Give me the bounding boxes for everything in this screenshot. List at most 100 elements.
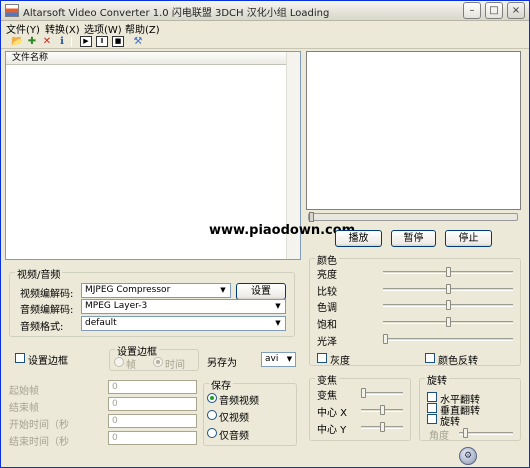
menu-options[interactable]: 选项(W) xyxy=(84,21,122,36)
center-x-label: 中心 X xyxy=(317,408,348,419)
audio-video-radio[interactable] xyxy=(207,393,217,403)
chevron-down-icon: ▼ xyxy=(271,317,285,330)
video-codec-select[interactable]: MJPEG Compressor ▼ xyxy=(81,283,231,298)
chevron-down-icon: ▼ xyxy=(284,353,295,366)
audio-format-label: 音频格式: xyxy=(20,322,64,333)
contrast-label: 比较 xyxy=(317,287,337,298)
zoom-slider-thumb[interactable] xyxy=(361,388,366,398)
save-as-label: 另存为 xyxy=(207,358,237,369)
maximize-button[interactable]: □ xyxy=(485,2,503,19)
file-name-column-header[interactable]: 文件名称 xyxy=(6,52,286,65)
center-x-slider-thumb[interactable] xyxy=(379,405,385,415)
saturation-label: 饱和 xyxy=(317,320,337,331)
video-codec-label: 视频编解码: xyxy=(20,289,74,300)
hue-slider-thumb[interactable] xyxy=(445,300,451,310)
gloss-label: 光泽 xyxy=(317,337,337,348)
app-window: Altarsoft Video Converter 1.0 闪电联盟 3DCH … xyxy=(0,0,530,468)
audio-only-label: 仅音频 xyxy=(219,431,249,442)
frame-label: 帧 xyxy=(126,360,136,371)
color-group-title: 颜色 xyxy=(315,252,339,267)
audio-only-radio[interactable] xyxy=(207,428,217,438)
pause-icon[interactable]: Ⅱ xyxy=(96,36,108,47)
play-button[interactable]: 播放 xyxy=(335,230,382,247)
time-radio[interactable] xyxy=(153,357,163,367)
save-as-format-value: avi xyxy=(265,354,279,364)
delete-icon[interactable]: ✕ xyxy=(41,36,53,47)
center-y-label: 中心 Y xyxy=(317,425,347,436)
audio-codec-select[interactable]: MPEG Layer-3 ▼ xyxy=(81,299,286,314)
menu-bar: 文件(Y) 转换(X) 选项(W) 帮助(Z) xyxy=(1,21,529,36)
audio-format-select[interactable]: default ▼ xyxy=(81,316,286,331)
saturation-slider-thumb[interactable] xyxy=(445,317,451,327)
video-only-radio[interactable] xyxy=(207,410,217,420)
angle-slider-thumb[interactable] xyxy=(463,428,468,438)
title-bar[interactable]: Altarsoft Video Converter 1.0 闪电联盟 3DCH … xyxy=(1,1,529,21)
stop-icon[interactable]: ■ xyxy=(112,36,124,47)
close-button[interactable]: × xyxy=(507,2,525,19)
zoom-label: 变焦 xyxy=(317,391,337,402)
rotate-label: 旋转 xyxy=(440,417,460,428)
rotate-group-title: 旋转 xyxy=(425,372,449,387)
play-icon[interactable]: ▶ xyxy=(80,36,92,47)
time-label: 时间 xyxy=(165,360,185,371)
info-icon[interactable]: ℹ xyxy=(56,36,68,47)
brightness-label: 亮度 xyxy=(317,270,337,281)
frame-radio[interactable] xyxy=(114,357,124,367)
angle-label: 角度 xyxy=(429,431,449,442)
minimize-button[interactable]: – xyxy=(463,2,481,19)
chevron-down-icon: ▼ xyxy=(271,300,285,313)
video-codec-value: MJPEG Compressor xyxy=(85,285,171,295)
set-border-checkbox[interactable] xyxy=(15,353,25,363)
menu-file[interactable]: 文件(Y) xyxy=(6,21,40,36)
add-icon[interactable]: ✚ xyxy=(26,36,38,47)
toolbar: 📂 ✚ ✕ ℹ ▶ Ⅱ ■ ⚒ xyxy=(1,35,529,49)
set-border-label: 设置边框 xyxy=(28,356,68,367)
center-y-slider-thumb[interactable] xyxy=(379,422,385,432)
video-audio-group-title: 视频/音频 xyxy=(15,266,63,281)
zoom-slider[interactable] xyxy=(361,392,403,395)
pause-button[interactable]: 暂停 xyxy=(391,230,436,247)
video-settings-button[interactable]: 设置 xyxy=(236,283,286,300)
open-folder-icon[interactable]: 📂 xyxy=(11,36,23,47)
contrast-slider-thumb[interactable] xyxy=(445,284,451,294)
flip-vertical-checkbox[interactable] xyxy=(427,403,437,413)
app-status-icon[interactable]: ⚙ xyxy=(459,447,477,465)
end-time-input[interactable]: 0 xyxy=(108,431,197,445)
menu-convert[interactable]: 转换(X) xyxy=(45,21,80,36)
watermark-text: www.piaodown.com xyxy=(209,223,356,238)
gloss-slider-thumb[interactable] xyxy=(383,334,388,344)
save-group-title: 保存 xyxy=(209,377,233,392)
flip-horizontal-checkbox[interactable] xyxy=(427,392,437,402)
window-title: Altarsoft Video Converter 1.0 闪电联盟 3DCH … xyxy=(23,8,330,19)
grayscale-checkbox[interactable] xyxy=(317,353,327,363)
end-time-label: 结束时间（秒 xyxy=(9,437,69,448)
end-frame-input[interactable]: 0 xyxy=(108,397,197,411)
start-time-label: 开始时间（秒 xyxy=(9,420,69,431)
video-preview xyxy=(306,51,521,210)
color-group: 颜色 xyxy=(309,252,521,366)
video-only-label: 仅视频 xyxy=(219,413,249,424)
start-frame-label: 起始帧 xyxy=(9,386,39,397)
audio-format-value: default xyxy=(85,318,117,328)
seek-slider[interactable] xyxy=(308,212,518,222)
save-as-format-select[interactable]: avi ▼ xyxy=(261,352,296,367)
audio-codec-label: 音频编解码: xyxy=(20,305,74,316)
tools-icon[interactable]: ⚒ xyxy=(132,36,144,47)
hue-label: 色调 xyxy=(317,303,337,314)
app-icon xyxy=(5,4,19,17)
brightness-slider-thumb[interactable] xyxy=(445,267,451,277)
menu-help[interactable]: 帮助(Z) xyxy=(125,21,160,36)
seek-slider-thumb[interactable] xyxy=(309,212,314,222)
rotate-checkbox[interactable] xyxy=(427,414,437,424)
border-group-title: 设置边框 xyxy=(115,343,159,358)
start-time-input[interactable]: 0 xyxy=(108,414,197,428)
start-frame-input[interactable]: 0 xyxy=(108,380,197,394)
gloss-slider[interactable] xyxy=(383,338,513,341)
invert-color-checkbox[interactable] xyxy=(425,353,435,363)
stop-button[interactable]: 停止 xyxy=(445,230,492,247)
audio-video-label: 音频视频 xyxy=(219,396,259,407)
toolbar-separator xyxy=(71,37,72,47)
end-frame-label: 结束帧 xyxy=(9,403,39,414)
zoom-group-title: 变焦 xyxy=(315,372,339,387)
invert-color-label: 颜色反转 xyxy=(438,356,478,367)
